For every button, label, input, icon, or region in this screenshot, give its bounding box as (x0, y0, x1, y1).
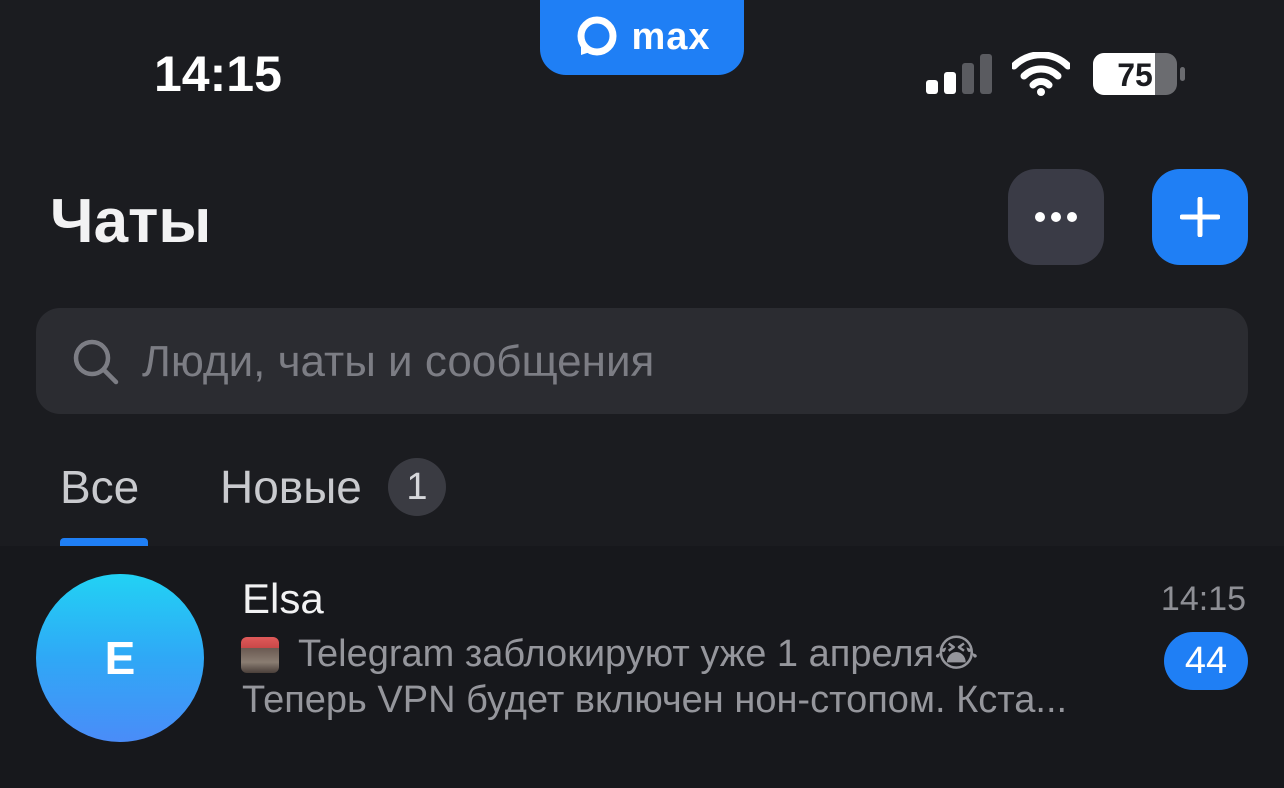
status-time: 14:15 (154, 46, 282, 102)
new-chat-button[interactable] (1152, 169, 1248, 265)
avatar[interactable]: E (36, 574, 204, 742)
app-pill-label: max (631, 16, 711, 58)
tab-new-badge: 1 (388, 458, 446, 516)
app-indicator-pill[interactable]: max (540, 0, 744, 75)
page-title: Чаты (50, 187, 212, 256)
battery-icon: 75 (1093, 53, 1185, 95)
search-input[interactable] (142, 332, 1222, 392)
unread-count-badge: 44 (1164, 632, 1248, 690)
active-tab-indicator (60, 538, 148, 546)
tab-new[interactable]: Новые (220, 460, 362, 514)
chat-time: 14:15 (1160, 580, 1246, 618)
battery-level: 75 (1117, 57, 1153, 93)
chat-preview-line2: Теперь VPN будет включен нон-стопом. Кст… (242, 679, 1068, 721)
media-thumbnail (241, 637, 279, 673)
cellular-signal-icon (926, 54, 992, 94)
wifi-icon (1012, 52, 1070, 96)
search-icon (73, 339, 119, 385)
tab-all[interactable]: Все (60, 460, 139, 514)
chat-preview-line1: Telegram заблокируют уже 1 апреля😭 (298, 633, 979, 675)
avatar-letter: E (104, 632, 136, 684)
plus-icon (1180, 197, 1220, 237)
max-logo-icon (577, 16, 617, 55)
chat-name[interactable]: Elsa (242, 574, 324, 624)
more-button[interactable] (1008, 169, 1104, 265)
more-horizontal-icon (1035, 212, 1077, 222)
